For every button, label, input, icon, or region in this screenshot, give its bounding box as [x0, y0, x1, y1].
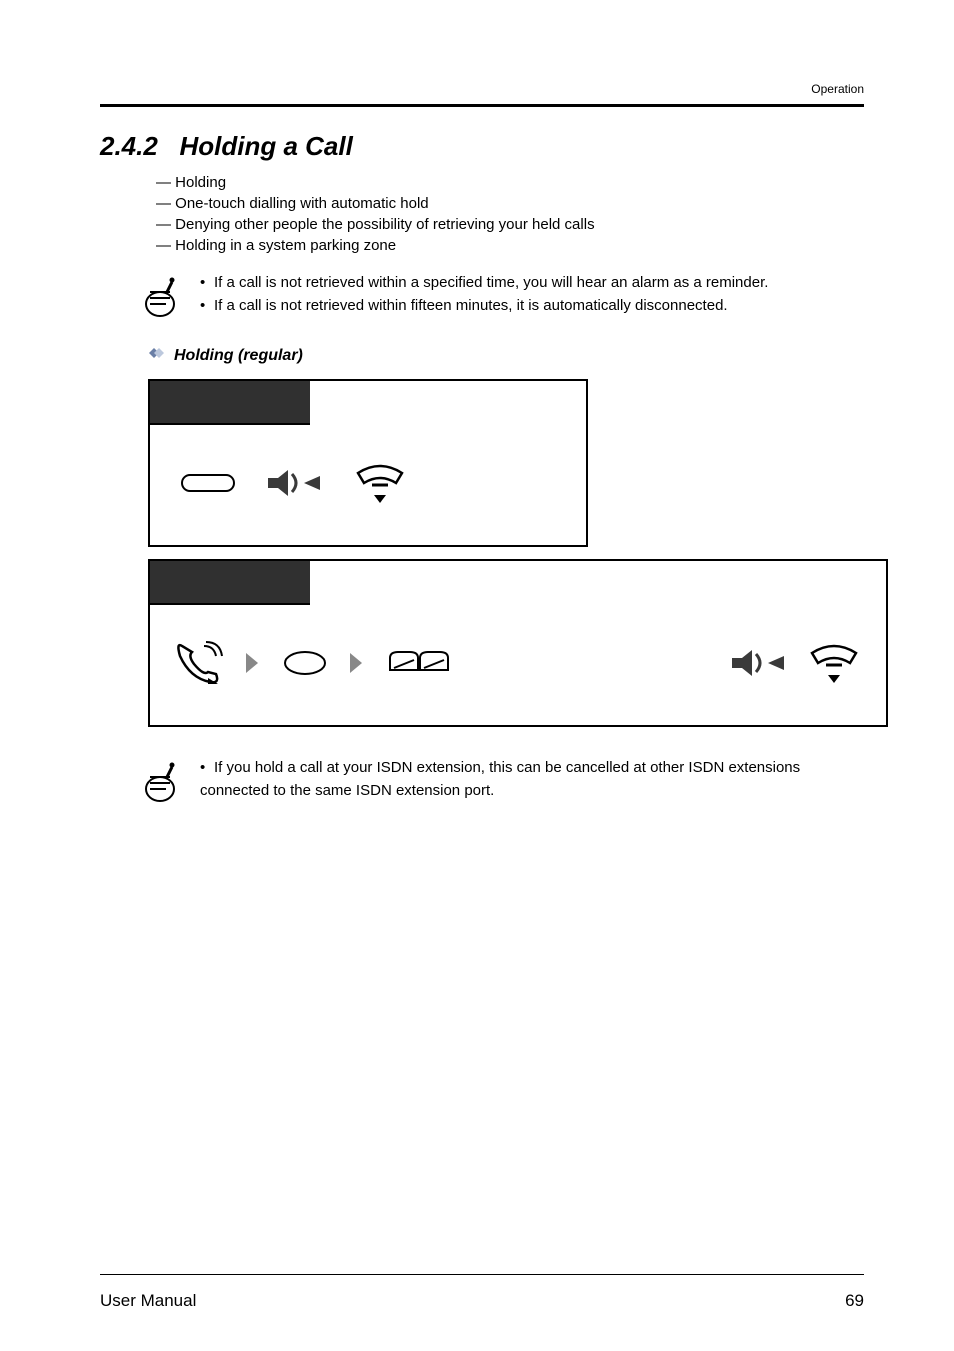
- note-block-top: •If a call is not retrieved within a spe…: [144, 272, 864, 318]
- handset-offhook-icon: [174, 640, 224, 691]
- page-number: 69: [845, 1291, 864, 1311]
- page: Operation 2.4.2 Holding a Call — Holding…: [0, 0, 954, 1351]
- arrow-right-icon: [348, 651, 366, 680]
- panel-body: [150, 425, 586, 545]
- footer-left: User Manual: [100, 1291, 196, 1311]
- subitem: — Denying other people the possibility o…: [156, 214, 864, 235]
- footer-rule: [100, 1274, 864, 1275]
- note-text-group: •If a call is not retrieved within a spe…: [200, 272, 768, 317]
- note-text-group: •If you hold a call at your ISDN extensi…: [200, 757, 820, 802]
- header-section: Operation: [811, 82, 864, 96]
- arrow-right-icon: [244, 651, 262, 680]
- handset-down-icon: [352, 463, 408, 508]
- clipboard-icon: [144, 272, 184, 318]
- handset-down-icon: [806, 643, 862, 688]
- procedure-panel-1: [148, 379, 588, 547]
- subheading: Holding (regular): [174, 347, 303, 365]
- page-footer: User Manual 69: [100, 1274, 864, 1311]
- section-number: 2.4.2: [100, 131, 158, 161]
- section-title: Holding a Call: [180, 131, 353, 161]
- panel-tab: [150, 381, 310, 425]
- subitem: — One-touch dialling with automatic hold: [156, 193, 864, 214]
- procedure-panel-2: [148, 559, 888, 727]
- note-block-bottom: •If you hold a call at your ISDN extensi…: [144, 757, 864, 803]
- panel-body: [150, 605, 886, 725]
- button-key-icon: [180, 469, 236, 502]
- note-line: •If a call is not retrieved within fifte…: [200, 295, 768, 318]
- button-key-icon: [282, 648, 328, 683]
- subitem: — Holding in a system parking zone: [156, 235, 864, 256]
- note-line: •If a call is not retrieved within a spe…: [200, 272, 768, 295]
- subheading-row: Holding (regular): [144, 346, 864, 365]
- panel-tab: [150, 561, 310, 605]
- confirmation-tone-icon: [266, 468, 322, 503]
- confirmation-tone-icon: [730, 648, 786, 683]
- diamond-bullet-icon: [144, 346, 166, 365]
- double-key-icon: [386, 648, 452, 683]
- section-heading: 2.4.2 Holding a Call: [100, 131, 864, 162]
- subitem: — Holding: [156, 172, 864, 193]
- section-sublist: — Holding — One-touch dialling with auto…: [156, 172, 864, 256]
- note-line: •If you hold a call at your ISDN extensi…: [200, 757, 820, 802]
- header-rule: [100, 104, 864, 107]
- clipboard-icon: [144, 757, 184, 803]
